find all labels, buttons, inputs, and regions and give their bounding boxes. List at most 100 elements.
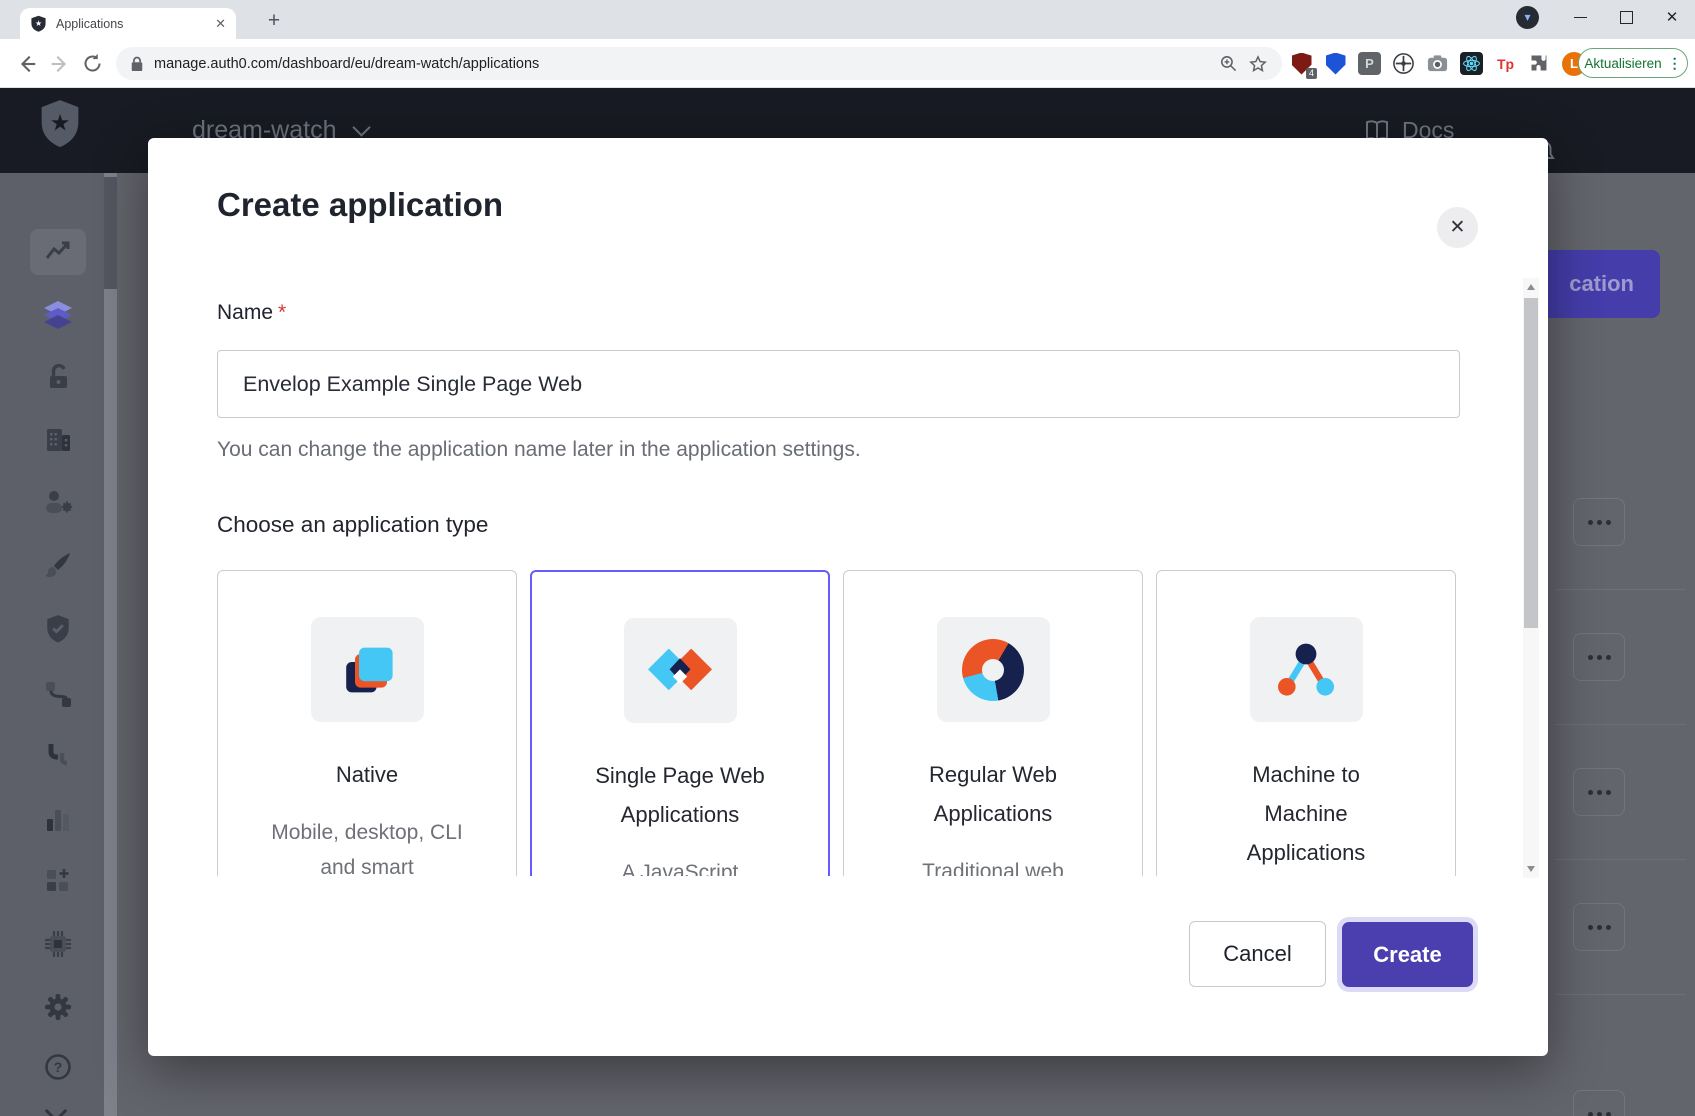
sidebar-item-help[interactable]: ? [30,1044,86,1090]
card-description: Mobile, desktop, CLI and smart [265,815,470,876]
row-actions-menu-button[interactable] [1573,633,1625,681]
camera-extension-icon[interactable] [1426,52,1449,75]
help-circle-icon: ? [43,1052,73,1082]
name-label: Name* [217,301,286,325]
cancel-button[interactable]: Cancel [1189,921,1326,987]
sidebar-item-activity[interactable] [30,229,86,275]
browser-toolbar: manage.auth0.com/dashboard/eu/dream-watc… [0,39,1695,88]
puzzle-extensions-icon[interactable] [1528,52,1551,75]
layers-icon [41,300,75,330]
sidebar-scrollbar[interactable] [104,173,117,1116]
row-actions-menu-button[interactable] [1573,498,1625,546]
scroll-down-arrow-icon[interactable] [1527,866,1535,872]
sidebar-item-extensions[interactable] [30,921,86,967]
card-description: A JavaScript [622,855,739,876]
zoom-page-icon[interactable] [1219,54,1238,73]
sidebar-item-auth-pipeline[interactable] [30,733,86,779]
svg-text:★: ★ [35,19,42,28]
auth0-logo-icon[interactable]: ★ [38,98,82,150]
sidebar-item-actions[interactable] [30,671,86,717]
reload-button[interactable] [79,50,106,77]
react-devtools-extension-icon[interactable] [1460,52,1483,75]
window-controls: ▾ ✕ [1516,0,1695,34]
tab-strip: ★ Applications ✕ + ▾ ✕ [0,0,1695,39]
scroll-up-arrow-icon[interactable] [1527,284,1535,290]
chrome-update-icon[interactable]: ▾ [1516,6,1539,29]
card-native[interactable]: Native Mobile, desktop, CLI and smart [217,570,517,876]
row-divider [1556,589,1686,590]
application-name-input[interactable] [217,350,1460,418]
sidebar-item-authentication[interactable] [30,354,86,400]
spa-icon-tile [624,618,737,723]
p-extension-icon[interactable]: P [1358,52,1381,75]
row-divider [1556,994,1686,995]
regular-web-app-icon [962,639,1024,701]
modal-scrollbar-thumb[interactable] [1524,298,1538,628]
svg-text:★: ★ [50,109,71,135]
create-button[interactable]: Create [1342,922,1473,987]
window-minimize-button[interactable] [1557,0,1603,34]
sidebar-item-branding[interactable] [30,542,86,588]
ublock-extension-icon[interactable]: 4 [1290,52,1313,75]
crosshair-extension-icon[interactable] [1392,52,1415,75]
chevron-down-icon [352,118,370,136]
tp-extension-icon[interactable]: Tp [1494,52,1517,75]
sidebar-item-applications[interactable] [30,292,86,338]
application-type-cards: Native Mobile, desktop, CLI and smart Si… [217,570,1463,876]
svg-text:?: ? [54,1059,63,1075]
bitwarden-extension-icon[interactable] [1324,52,1347,75]
update-button-label: Aktualisieren [1584,56,1661,71]
card-title: Single Page Web Applications [594,756,766,834]
tab-title: Applications [56,17,206,31]
sidebar-scrollbar-thumb[interactable] [104,177,117,289]
card-single-page-web[interactable]: Single Page Web Applications A JavaScrip… [530,570,830,876]
machine-to-machine-icon [1273,638,1339,702]
m2m-icon-tile [1250,617,1363,722]
window-close-button[interactable]: ✕ [1649,0,1695,34]
row-actions-menu-button[interactable] [1573,768,1625,816]
chrome-update-button[interactable]: Aktualisieren ⋮ [1578,48,1688,78]
sidebar-nav: ? [0,173,117,1116]
native-icon [334,638,400,702]
new-tab-button[interactable]: + [260,7,288,35]
modal-close-button[interactable]: ✕ [1437,207,1478,248]
modal-scrollbar[interactable] [1523,278,1539,878]
sidebar-item-monitoring[interactable] [30,796,86,842]
name-help-text: You can change the application name late… [217,438,861,462]
bookmark-star-icon[interactable] [1248,54,1268,74]
browser-window: ★ Applications ✕ + ▾ ✕ manage.auth0.com/… [0,0,1695,1116]
sidebar-more-chevron-icon[interactable] [45,1100,68,1116]
hooks-icon [43,741,73,771]
url-text: manage.auth0.com/dashboard/eu/dream-watc… [154,56,539,72]
card-title: Machine to Machine Applications [1220,755,1392,872]
row-actions-menu-button[interactable] [1573,903,1625,951]
row-divider [1556,859,1686,860]
gear-icon [42,991,74,1023]
forward-button[interactable] [46,50,73,77]
ublock-badge: 4 [1306,68,1317,79]
back-button[interactable] [13,50,40,77]
user-gear-icon [42,489,74,517]
card-description: Traditional web [922,854,1064,876]
row-actions-menu-button[interactable] [1573,1090,1625,1116]
card-regular-web[interactable]: Regular Web Applications Traditional web [843,570,1143,876]
building-icon [43,425,73,455]
lock-icon[interactable] [130,56,144,72]
kebab-menu-icon[interactable]: ⋮ [1668,55,1682,72]
sidebar-item-marketplace[interactable] [30,858,86,904]
window-maximize-button[interactable] [1603,0,1649,34]
sidebar-item-organizations[interactable] [30,417,86,463]
sidebar-item-user-management[interactable] [30,480,86,526]
tab-close-icon[interactable]: ✕ [215,17,226,30]
sidebar-item-security[interactable] [30,606,86,652]
row-divider [1556,724,1686,725]
card-title: Regular Web Applications [907,755,1079,833]
url-bar[interactable]: manage.auth0.com/dashboard/eu/dream-watc… [116,47,1282,80]
modal-title: Create application [217,186,503,224]
sidebar-item-settings[interactable] [30,984,86,1030]
card-machine-to-machine[interactable]: Machine to Machine Applications [1156,570,1456,876]
unlock-icon [43,362,73,392]
browser-tab[interactable]: ★ Applications ✕ [20,8,236,39]
flow-icon [43,679,73,709]
native-icon-tile [311,617,424,722]
